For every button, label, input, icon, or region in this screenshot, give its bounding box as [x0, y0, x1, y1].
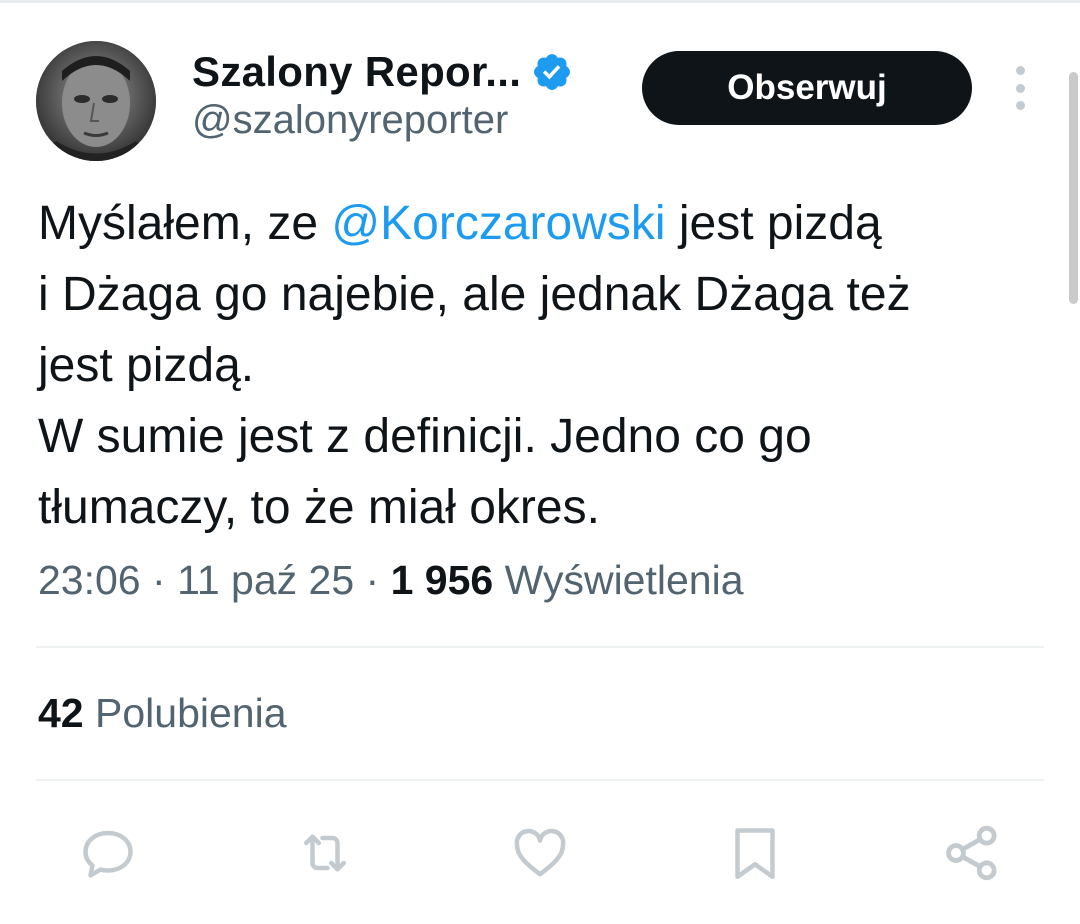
more-dot	[1015, 66, 1025, 75]
more-vertical-icon[interactable]	[1004, 66, 1036, 110]
tweet-line: i Dżaga go najebie, ale jednak Dżaga też	[38, 268, 911, 321]
avatar-photo	[36, 41, 156, 161]
like-icon[interactable]	[505, 820, 575, 886]
meta-separator: ·	[365, 557, 380, 603]
tweet-time[interactable]: 23:06	[38, 557, 141, 603]
tweet-date[interactable]: 11 paź 25	[177, 557, 354, 603]
tweet-line: Myślałem, ze @Korczarowski jest pizdą	[38, 188, 1048, 259]
verified-badge-icon[interactable]	[531, 51, 573, 93]
more-dot	[1015, 101, 1025, 110]
tweet-line: jest pizdą.	[38, 339, 255, 392]
top-divider	[0, 0, 1080, 3]
author-handle[interactable]: @szalonyreporter	[192, 98, 508, 143]
tweet-meta: 23:06 · 11 paź 25 · 1 956 Wyświetlenia	[38, 557, 744, 604]
likes-count: 42	[38, 690, 84, 736]
follow-button[interactable]: Obserwuj	[642, 51, 972, 125]
mention-link[interactable]: @Korczarowski	[331, 197, 665, 250]
share-icon[interactable]	[937, 820, 1007, 886]
more-dot	[1015, 83, 1025, 93]
bookmark-icon[interactable]	[720, 820, 790, 886]
tweet-text: Myślałem, ze @Korczarowski jest pizdą i …	[38, 188, 1048, 543]
retweet-icon[interactable]	[290, 820, 360, 886]
tweet-text-segment: jest pizdą	[665, 197, 882, 250]
reply-icon[interactable]	[73, 820, 143, 886]
divider	[36, 646, 1044, 648]
views-count: 1 956	[390, 557, 494, 603]
tweet-line: W sumie jest z definicji. Jedno co go	[38, 410, 812, 463]
tweet-line: tłumaczy, to że miał okres.	[38, 481, 600, 534]
divider	[36, 779, 1044, 781]
meta-separator: ·	[152, 557, 166, 603]
scrollbar[interactable]	[1069, 72, 1078, 304]
likes-label: Polubienia	[95, 690, 287, 736]
likes-stat[interactable]: 42 Polubienia	[38, 690, 287, 737]
author-name-row[interactable]: Szalony Repor...	[192, 44, 573, 100]
tweet-text-segment: Myślałem, ze	[38, 197, 332, 250]
views-label: Wyświetlenia	[504, 557, 744, 603]
author-display-name[interactable]: Szalony Repor...	[192, 48, 521, 96]
avatar[interactable]	[36, 41, 156, 161]
